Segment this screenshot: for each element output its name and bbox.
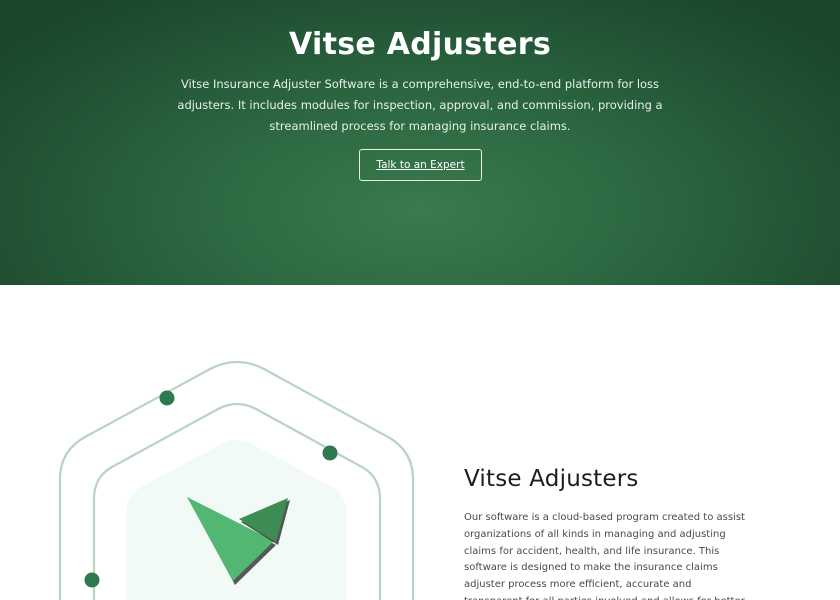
orbit-dot bbox=[84, 572, 100, 588]
hero-banner: Vitse Adjusters Vitse Insurance Adjuster… bbox=[0, 0, 840, 285]
hero-description: Vitse Insurance Adjuster Software is a c… bbox=[177, 77, 663, 133]
orbit-dot bbox=[322, 445, 338, 461]
hexagon-graphic bbox=[58, 360, 415, 600]
about-section: Vitse Adjusters Our software is a cloud-… bbox=[464, 466, 754, 600]
section-body: Our software is a cloud-based program cr… bbox=[464, 512, 745, 600]
orbit-dot bbox=[159, 390, 175, 406]
hero-title: Vitse Adjusters bbox=[289, 27, 551, 62]
section-title: Vitse Adjusters bbox=[464, 466, 639, 492]
hexagon-illustration bbox=[50, 355, 430, 600]
talk-to-expert-button[interactable]: Talk to an Expert bbox=[359, 149, 482, 181]
